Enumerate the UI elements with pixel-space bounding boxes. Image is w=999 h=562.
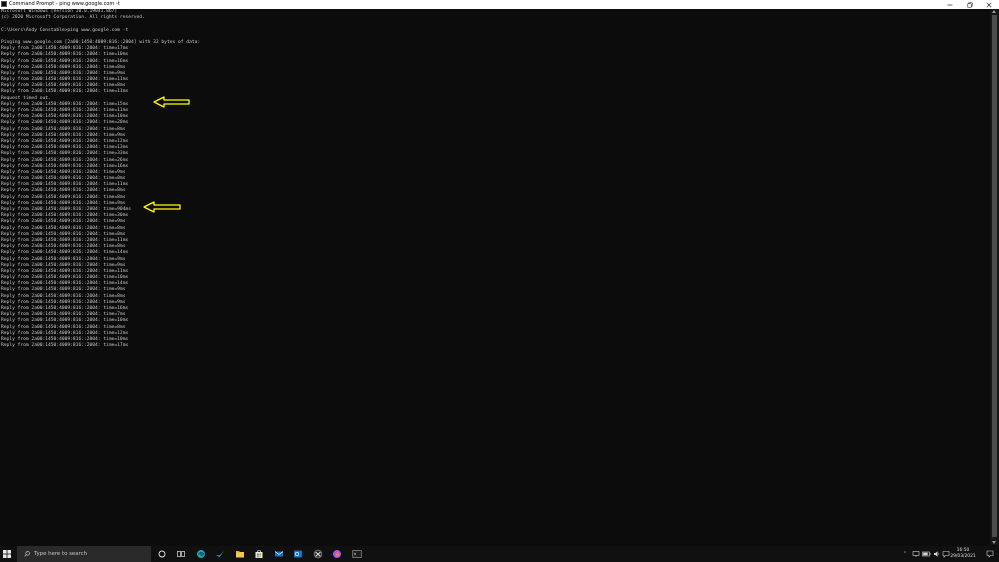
battery-icon[interactable]	[922, 550, 931, 558]
maximize-button[interactable]	[960, 0, 980, 9]
notifications-icon[interactable]	[986, 550, 994, 558]
terminal-line: Reply from 2a00:1450:4009:816::2004: tim…	[1, 343, 129, 349]
chevron-up-icon[interactable]: ⌃	[903, 550, 907, 558]
annotation-arrow-904ms	[143, 201, 181, 213]
task-view-icon[interactable]	[176, 549, 186, 559]
taskbar-clock[interactable]: 16:50 29/03/2021	[950, 548, 976, 560]
terminal-output[interactable]: Microsoft Windows [Version 10.0.19041.86…	[0, 9, 990, 545]
store-icon[interactable]	[254, 549, 264, 559]
edge-icon[interactable]	[196, 549, 206, 559]
vertical-scrollbar[interactable]	[990, 9, 999, 545]
terminal-text: Microsoft Windows [Version 10.0.19041.86…	[0, 9, 990, 349]
restore-icon	[967, 2, 973, 7]
xbox-icon[interactable]	[313, 549, 323, 559]
close-button[interactable]	[979, 0, 999, 9]
outlook-icon[interactable]	[293, 549, 303, 559]
speaker-icon[interactable]	[933, 550, 941, 558]
file-explorer-icon[interactable]	[235, 549, 245, 559]
minimize-icon	[947, 4, 953, 5]
taskbar-search-box[interactable]: Type here to search	[17, 546, 151, 562]
scrollbar-thumb[interactable]	[992, 15, 997, 537]
command-prompt-icon	[1, 1, 7, 7]
annotation-arrow-request-timed-out	[153, 96, 190, 108]
search-placeholder: Type here to search	[34, 551, 87, 557]
minimize-button[interactable]	[940, 0, 960, 9]
scroll-up-icon[interactable]	[992, 10, 996, 13]
close-icon	[986, 2, 992, 7]
taskbar: Type here to search ⌃ 16:50 29/03/2021	[0, 546, 999, 562]
clock-date: 29/03/2021	[950, 554, 976, 559]
window-title: Command Prompt - ping www.google.com -t	[9, 1, 120, 7]
firefox-icon[interactable]	[332, 549, 342, 559]
network-icon[interactable]	[912, 550, 920, 558]
cortana-icon[interactable]	[157, 549, 167, 559]
windows-start-icon[interactable]	[3, 550, 11, 558]
chat-icon[interactable]	[942, 550, 950, 558]
command-prompt-icon[interactable]	[352, 549, 362, 559]
search-icon	[24, 551, 30, 557]
title-bar: Command Prompt - ping www.google.com -t	[0, 0, 999, 9]
scroll-down-icon[interactable]	[992, 541, 996, 544]
steam-icon[interactable]	[215, 549, 225, 559]
mail-icon[interactable]	[274, 549, 284, 559]
